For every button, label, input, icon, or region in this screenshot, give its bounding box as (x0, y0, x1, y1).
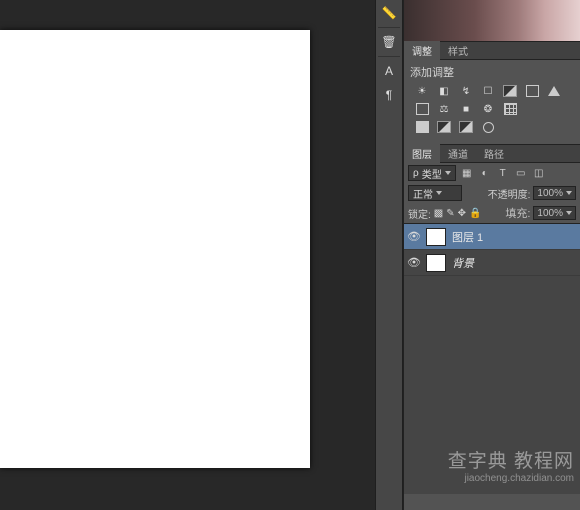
lock-pixels-icon[interactable]: ✎ (446, 208, 454, 219)
lock-all-icon[interactable]: 🔒 (469, 208, 481, 219)
lock-icons-group: 锁定: ▩ ✎ ✥ 🔒 (408, 206, 481, 221)
adjust-icon-row-1: ☀ ◧ ↯ ☐ (410, 84, 574, 98)
layer-thumbnail[interactable] (426, 228, 446, 246)
exposure-icon[interactable]: ☐ (480, 84, 496, 98)
blend-mode-value: 正常 (413, 186, 433, 201)
vertical-tool-strip: 📏 🗑 A ¶ (375, 0, 403, 510)
layers-tabs: 图层 通道 路径 (404, 145, 580, 163)
box1-icon[interactable] (524, 84, 540, 98)
adjustments-title: 添加调整 (410, 64, 574, 80)
layer-row[interactable]: 👁 图层 1 (404, 224, 580, 250)
tab-adjustments[interactable]: 调整 (404, 41, 440, 60)
canvas-document[interactable] (0, 30, 310, 468)
bucket-icon[interactable]: 🗑 (376, 31, 402, 53)
layer-name-label: 图层 1 (452, 229, 483, 245)
lock-label: 锁定: (408, 206, 431, 221)
layer-lock-row: 锁定: ▩ ✎ ✥ 🔒 填充: 100% (404, 203, 580, 224)
balance-icon[interactable]: ⚖ (436, 102, 452, 116)
visibility-icon[interactable]: 👁 (408, 231, 420, 243)
vibrance-icon[interactable] (502, 84, 518, 98)
mixer-icon[interactable]: ❂ (480, 102, 496, 116)
triangle-icon[interactable] (546, 84, 562, 98)
layer-row[interactable]: 👁 背景 (404, 250, 580, 276)
bw-icon[interactable]: ■ (458, 102, 474, 116)
ruler-icon[interactable]: 📏 (376, 2, 402, 24)
layer-name-label: 背景 (452, 255, 474, 271)
brightness-icon[interactable]: ☀ (414, 84, 430, 98)
filter-pixel-icon[interactable]: ▦ (460, 166, 474, 180)
tab-layers[interactable]: 图层 (404, 144, 440, 163)
filter-type-dropdown[interactable]: ρ 类型 (408, 165, 456, 181)
layer-filter-row: ρ 类型 ▦ ◐ T ▭ ◫ (404, 163, 580, 183)
levels-icon[interactable]: ◧ (436, 84, 452, 98)
lock-transparency-icon[interactable]: ▩ (434, 208, 443, 219)
tab-styles[interactable]: 样式 (440, 41, 476, 60)
filter-text-icon[interactable]: T (496, 166, 510, 180)
filter-adjust-icon[interactable]: ◐ (478, 166, 492, 180)
grid-icon[interactable] (502, 102, 518, 116)
diag1-icon[interactable] (436, 120, 452, 134)
visibility-icon[interactable]: 👁 (408, 257, 420, 269)
filter-icons-group: ▦ ◐ T ▭ ◫ (460, 166, 546, 180)
tab-paths[interactable]: 路径 (476, 144, 512, 163)
filter-smart-icon[interactable]: ◫ (532, 166, 546, 180)
layer-blend-row: 正常 不透明度: 100% (404, 183, 580, 203)
layers-panel: 图层 通道 路径 ρ 类型 ▦ ◐ T ▭ ◫ 正常 (404, 144, 580, 494)
lock-position-icon[interactable]: ✥ (458, 208, 466, 219)
adjust-icon-row-2: ⚖ ■ ❂ (410, 102, 574, 116)
adjust-icon-row-3 (410, 120, 574, 134)
curves-icon[interactable]: ↯ (458, 84, 474, 98)
filter-type-label: 类型 (422, 166, 442, 181)
circle-icon[interactable] (480, 120, 496, 134)
opacity-value: 100% (537, 188, 563, 199)
canvas-workspace (0, 0, 375, 510)
tab-channels[interactable]: 通道 (440, 144, 476, 163)
adjustments-panel: 添加调整 ☀ ◧ ↯ ☐ ⚖ ■ ❂ (404, 60, 580, 144)
layer-thumbnail[interactable] (426, 254, 446, 272)
layer-list: 👁 图层 1 👁 背景 (404, 224, 580, 494)
panels-column: 调整 样式 添加调整 ☀ ◧ ↯ ☐ ⚖ ■ ❂ 图层 (403, 0, 580, 510)
fill-label: 填充: (505, 205, 530, 221)
box2-icon[interactable] (414, 102, 430, 116)
box3-icon[interactable] (414, 120, 430, 134)
fill-input[interactable]: 100% (533, 206, 576, 220)
paragraph-icon[interactable]: ¶ (376, 84, 402, 106)
filter-shape-icon[interactable]: ▭ (514, 166, 528, 180)
blend-mode-dropdown[interactable]: 正常 (408, 185, 462, 201)
fill-value: 100% (537, 208, 563, 219)
opacity-label: 不透明度: (488, 186, 531, 201)
text-a-icon[interactable]: A (376, 60, 402, 82)
opacity-input[interactable]: 100% (533, 186, 576, 200)
diag2-icon[interactable] (458, 120, 474, 134)
color-swatches-preview[interactable] (404, 0, 580, 42)
adjust-tabs: 调整 样式 (404, 42, 580, 60)
